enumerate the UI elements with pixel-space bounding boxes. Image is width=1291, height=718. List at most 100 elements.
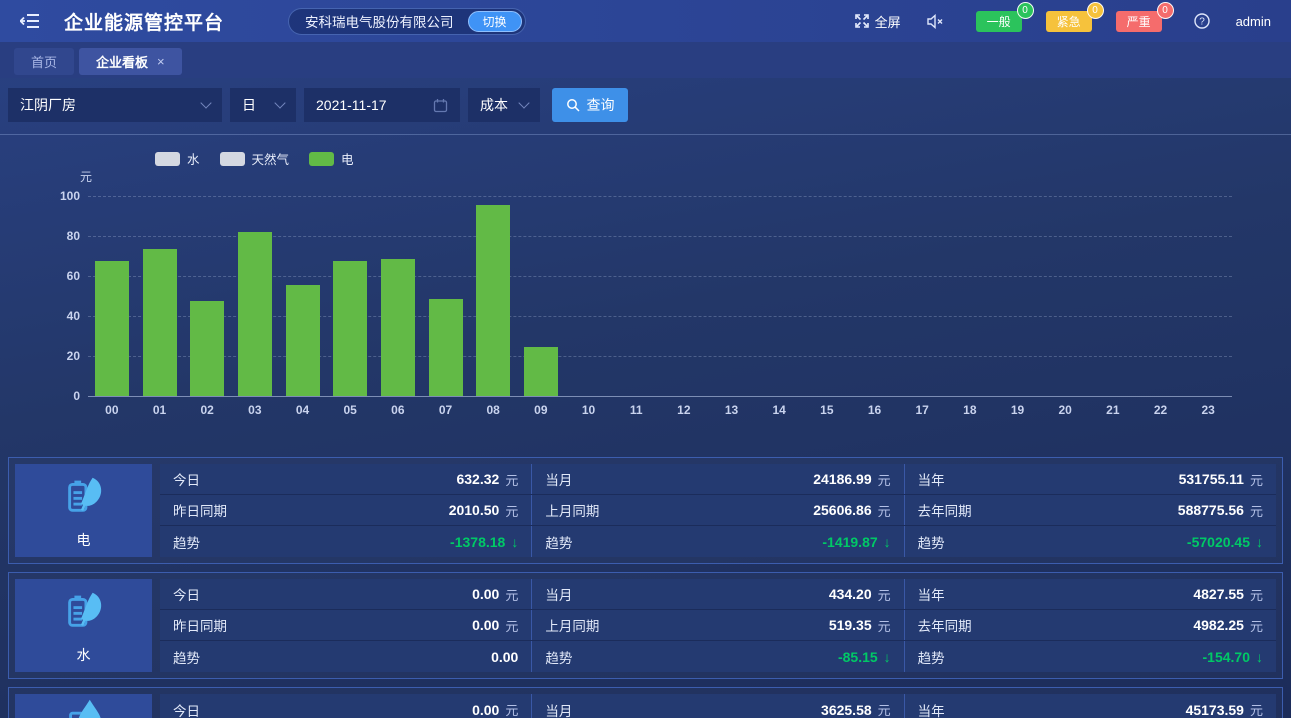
- cell-label: 去年同期: [918, 615, 972, 635]
- table-cell: 当年45173.59元: [904, 694, 1276, 718]
- help-icon[interactable]: ?: [1194, 13, 1210, 29]
- table-cell: 趋势-154.70↓: [904, 641, 1276, 672]
- collapse-menu-icon[interactable]: [20, 12, 40, 30]
- mute-icon[interactable]: [927, 14, 944, 29]
- company-selector: 安科瑞电气股份有限公司 切换: [288, 8, 526, 35]
- bar-00[interactable]: [95, 261, 129, 396]
- x-tick-label-08: 08: [469, 403, 517, 417]
- table-cell: 趋势-1378.18↓: [160, 526, 531, 557]
- alarm-button-2[interactable]: 紧急0: [1046, 11, 1092, 32]
- cell-label: 今日: [173, 700, 200, 718]
- page-title: 企业能源管控平台: [64, 8, 224, 35]
- cell-value: -85.15: [838, 649, 878, 665]
- table-cell: 去年同期588775.56元: [904, 495, 1276, 525]
- energy-card-table: 今日632.32元当月24186.99元当年531755.11元昨日同期2010…: [160, 464, 1276, 557]
- tab-close-icon[interactable]: [157, 54, 165, 69]
- x-tick-label-15: 15: [803, 403, 851, 417]
- cell-value: 531755.11: [1179, 471, 1244, 487]
- site-select[interactable]: 江阴厂房: [8, 88, 222, 122]
- cell-unit: 元: [878, 700, 891, 718]
- cell-label: 趋势: [173, 532, 200, 552]
- bar-02[interactable]: [190, 301, 224, 396]
- x-tick-label-20: 20: [1041, 403, 1089, 417]
- cell-unit: 元: [505, 501, 518, 520]
- table-row: 昨日同期2010.50元上月同期25606.86元去年同期588775.56元: [160, 495, 1276, 526]
- cell-unit: 元: [1250, 501, 1263, 520]
- table-cell: 昨日同期0.00元: [160, 610, 531, 640]
- cell-value: 434.20: [829, 586, 872, 602]
- x-tick-label-11: 11: [612, 403, 660, 417]
- cell-label: 昨日同期: [173, 500, 227, 520]
- chart-legend: 水 天然气 电: [155, 149, 354, 168]
- cell-label: 昨日同期: [173, 615, 227, 635]
- x-tick-label-17: 17: [898, 403, 946, 417]
- bar-09[interactable]: [524, 347, 558, 396]
- legend-swatch: [309, 152, 334, 166]
- y-tick-label-20: 20: [8, 349, 80, 363]
- energy-summary-cards: 电今日632.32元当月24186.99元当年531755.11元昨日同期201…: [0, 445, 1291, 718]
- app-header: 企业能源管控平台 安科瑞电气股份有限公司 切换 全屏 一般0 紧急0 严重0: [0, 0, 1291, 42]
- tab-enterprise-board[interactable]: 企业看板: [79, 48, 182, 75]
- cell-unit: 元: [878, 616, 891, 635]
- energy-card-row-3: 今日0.00元当月3625.58元当年45173.59元: [8, 687, 1283, 718]
- cell-value: 0.00: [472, 617, 499, 633]
- cell-value: 519.35: [829, 617, 872, 633]
- bar-05[interactable]: [333, 261, 367, 396]
- table-cell: 今日632.32元: [160, 464, 531, 494]
- energy-card-电: 电今日632.32元当月24186.99元当年531755.11元昨日同期201…: [8, 457, 1283, 564]
- cell-label: 当月: [545, 469, 572, 489]
- alarm-button-1[interactable]: 一般0: [976, 11, 1022, 32]
- query-button[interactable]: 查询: [552, 88, 628, 122]
- table-cell: 当年531755.11元: [904, 464, 1276, 494]
- switch-company-button[interactable]: 切换: [468, 11, 522, 32]
- cell-label: 当年: [918, 700, 945, 718]
- date-picker[interactable]: 2021-11-17: [304, 88, 460, 122]
- cell-label: 当月: [545, 584, 572, 604]
- x-tick-label-09: 09: [517, 403, 565, 417]
- chevron-down-icon: [200, 97, 211, 108]
- table-row: 今日0.00元当月3625.58元当年45173.59元: [160, 694, 1276, 718]
- cell-value: -154.70: [1203, 649, 1250, 665]
- table-cell: 趋势-1419.87↓: [531, 526, 903, 557]
- bar-03[interactable]: [238, 232, 272, 396]
- bar-01[interactable]: [143, 249, 177, 396]
- fullscreen-button[interactable]: 全屏: [855, 12, 901, 31]
- legend-item-电[interactable]: 电: [309, 149, 354, 168]
- cell-value: 45173.59: [1186, 702, 1244, 718]
- y-tick-label-40: 40: [8, 309, 80, 323]
- fullscreen-label: 全屏: [875, 12, 901, 31]
- y-tick-label-100: 100: [8, 189, 80, 203]
- gridline-100: [88, 196, 1232, 197]
- cell-label: 当年: [918, 584, 945, 604]
- cell-value: -57020.45: [1187, 534, 1250, 550]
- x-tick-label-00: 00: [88, 403, 136, 417]
- cell-unit: 元: [878, 501, 891, 520]
- legend-item-天然气[interactable]: 天然气: [220, 149, 290, 168]
- y-axis-unit-label: 元: [80, 168, 92, 185]
- cell-unit: 元: [505, 700, 518, 718]
- tab-bar: 首页 企业看板: [0, 42, 1291, 78]
- energy-card-table: 今日0.00元当月3625.58元当年45173.59元: [160, 694, 1276, 718]
- cell-value: 4982.25: [1193, 617, 1244, 633]
- bar-04[interactable]: [286, 285, 320, 396]
- cell-label: 趋势: [545, 532, 572, 552]
- x-tick-label-06: 06: [374, 403, 422, 417]
- user-menu[interactable]: admin: [1236, 14, 1271, 29]
- legend-label: 电: [341, 149, 354, 168]
- legend-item-水[interactable]: 水: [155, 149, 200, 168]
- x-tick-label-07: 07: [422, 403, 470, 417]
- alarm-button-3[interactable]: 严重0: [1116, 11, 1162, 32]
- bar-06[interactable]: [381, 259, 415, 396]
- alarm-buttons: 一般0 紧急0 严重0: [976, 11, 1162, 32]
- x-tick-label-19: 19: [994, 403, 1042, 417]
- metric-select[interactable]: 成本: [468, 88, 540, 122]
- bar-07[interactable]: [429, 299, 463, 396]
- cell-value: 0.00: [491, 649, 518, 665]
- tab-home[interactable]: 首页: [14, 48, 74, 75]
- tab-home-label: 首页: [31, 52, 57, 71]
- x-tick-label-16: 16: [851, 403, 899, 417]
- cell-unit: 元: [878, 470, 891, 489]
- x-tick-label-18: 18: [946, 403, 994, 417]
- bar-08[interactable]: [476, 205, 510, 396]
- period-select[interactable]: 日: [230, 88, 296, 122]
